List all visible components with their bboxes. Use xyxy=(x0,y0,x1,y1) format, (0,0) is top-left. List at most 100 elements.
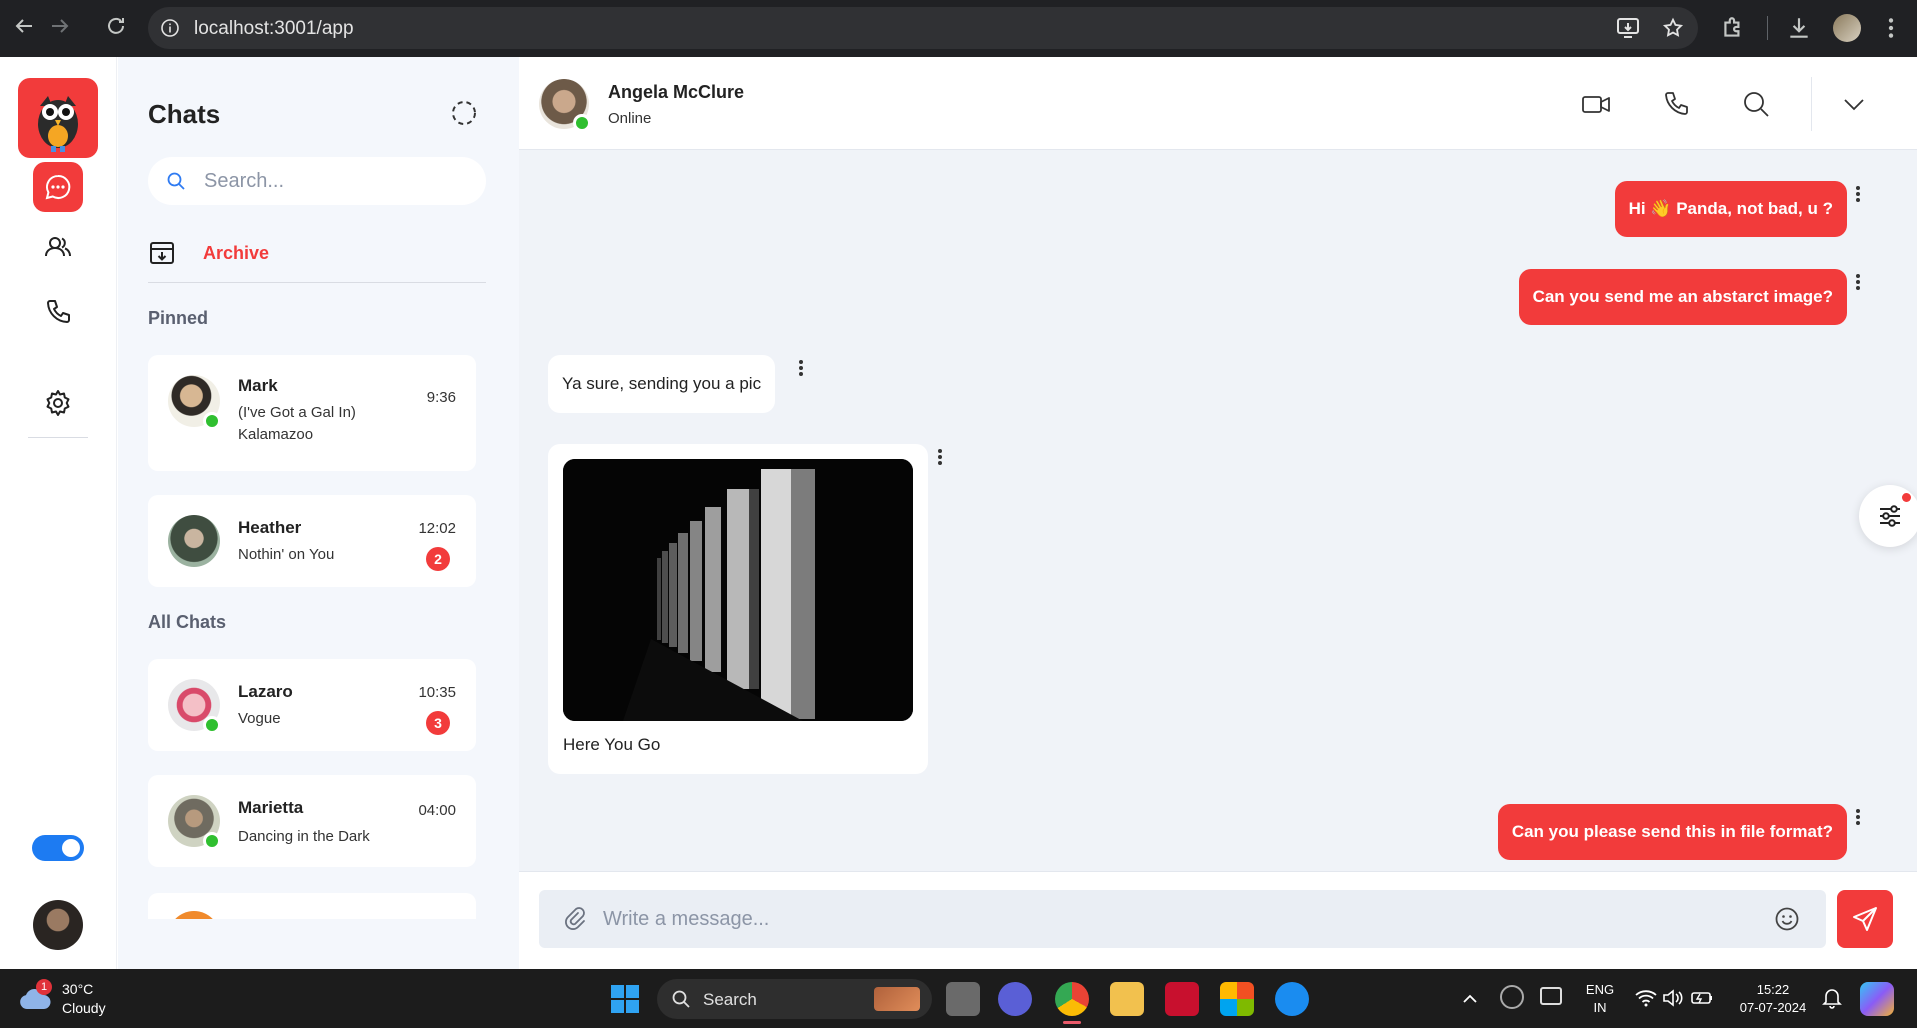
chat-name: Heather xyxy=(238,518,302,537)
download-icon[interactable] xyxy=(1786,15,1812,41)
online-dot xyxy=(203,832,221,850)
conversation-panel: Angela McClure Online Hi 👋 Panda, not ba… xyxy=(519,57,1917,969)
current-user-avatar[interactable] xyxy=(33,900,83,950)
video-camera-icon[interactable] xyxy=(1581,89,1611,119)
archive-box-icon xyxy=(150,242,174,264)
filter-button[interactable] xyxy=(1859,485,1917,547)
chat-item-marietta[interactable]: Marietta Dancing in the Dark 04:00 xyxy=(148,775,476,867)
reload-icon[interactable] xyxy=(104,14,132,42)
copilot-icon[interactable] xyxy=(1860,982,1894,1016)
message-menu-icon[interactable] xyxy=(798,359,804,379)
send-button[interactable] xyxy=(1837,890,1893,948)
extensions-puzzle-icon[interactable] xyxy=(1720,15,1746,41)
rail-settings-button[interactable] xyxy=(33,378,83,428)
taskbar-search-label: Search xyxy=(703,990,757,1009)
browser-toolbar: localhost:3001/app xyxy=(0,0,1917,57)
chat-item-heather[interactable]: Heather Nothin' on You 12:02 2 xyxy=(148,495,476,587)
search-icon[interactable] xyxy=(1741,89,1771,119)
chat-name: Lazaro xyxy=(238,682,293,701)
chevron-down-icon[interactable] xyxy=(1839,89,1869,119)
weather-widget[interactable]: 1 30°C Cloudy xyxy=(18,979,128,1019)
toolbar-separator xyxy=(1767,16,1768,40)
unread-badge: 2 xyxy=(426,547,450,571)
notification-bell-icon[interactable] xyxy=(1822,987,1842,1009)
phone-icon[interactable] xyxy=(1661,89,1691,119)
online-dot xyxy=(573,114,591,132)
rail-chats-button[interactable] xyxy=(33,162,83,212)
help-icon[interactable] xyxy=(1275,982,1309,1016)
forward-arrow-icon[interactable] xyxy=(48,14,76,42)
theme-toggle[interactable] xyxy=(32,835,84,861)
url-text: localhost:3001/app xyxy=(194,18,354,39)
gear-icon xyxy=(46,390,70,416)
chat-time: 12:02 xyxy=(418,520,456,537)
message-menu-icon[interactable] xyxy=(1855,273,1861,293)
mcafee-icon[interactable] xyxy=(1165,982,1199,1016)
outgoing-message: Can you send me an abstarct image? xyxy=(1518,269,1847,325)
install-app-icon[interactable] xyxy=(1616,17,1640,39)
chats-divider xyxy=(148,282,486,283)
chats-panel: Chats Archive Pinned Mark (I've Got a Ga… xyxy=(118,57,519,969)
archive-label: Archive xyxy=(203,243,270,263)
chevron-up-icon[interactable] xyxy=(1462,991,1478,1005)
rail-calls-button[interactable] xyxy=(33,287,83,337)
chrome-icon[interactable] xyxy=(1055,982,1089,1016)
search-input[interactable] xyxy=(204,167,464,195)
language-indicator[interactable]: ENG IN xyxy=(1580,981,1620,1017)
address-bar[interactable]: localhost:3001/app xyxy=(148,7,1698,49)
shared-abstract-image[interactable] xyxy=(563,459,913,721)
clock[interactable]: 15:22 07-07-2024 xyxy=(1728,981,1818,1017)
chat-preview: Nothin' on You xyxy=(238,546,335,563)
search-icon xyxy=(672,990,690,1008)
rail-divider xyxy=(28,437,88,438)
smiley-icon[interactable] xyxy=(1774,906,1800,932)
site-info-icon[interactable] xyxy=(160,18,180,38)
paperclip-icon[interactable] xyxy=(563,906,589,932)
task-view-icon[interactable] xyxy=(946,982,980,1016)
browser-menu-icon[interactable] xyxy=(1878,15,1904,41)
users-icon xyxy=(45,237,71,257)
rail-groups-button[interactable] xyxy=(33,222,83,272)
language-line1: ENG xyxy=(1585,982,1615,997)
outgoing-message: Hi 👋 Panda, not bad, u ? xyxy=(1614,181,1847,237)
windows-start-icon[interactable] xyxy=(608,982,642,1016)
search-highlight-image xyxy=(874,987,920,1011)
file-explorer-icon[interactable] xyxy=(1110,982,1144,1016)
message-menu-icon[interactable] xyxy=(937,448,943,468)
chat-time: 9:36 xyxy=(426,389,456,406)
chat-app: Chats Archive Pinned Mark (I've Got a Ga… xyxy=(0,57,1917,969)
windows-taskbar: 1 30°C Cloudy Search ENG IN 15:22 07-07-… xyxy=(0,969,1917,1028)
message-menu-icon[interactable] xyxy=(1855,808,1861,828)
onedrive-icon[interactable] xyxy=(1500,985,1524,1009)
outgoing-message: Can you please send this in file format? xyxy=(1497,804,1847,860)
unread-badge: 3 xyxy=(426,711,450,735)
taskbar-search[interactable]: Search xyxy=(657,979,932,1019)
profile-avatar[interactable] xyxy=(1833,14,1861,42)
volume-icon[interactable] xyxy=(1662,989,1684,1007)
wifi-icon[interactable] xyxy=(1635,989,1657,1007)
circle-dashed-icon[interactable] xyxy=(450,99,478,127)
chat-name: Mark xyxy=(238,376,278,395)
chat-item-partial[interactable] xyxy=(148,893,476,919)
message-menu-icon[interactable] xyxy=(1855,185,1861,205)
send-plane-icon xyxy=(1853,907,1877,931)
bookmark-star-icon[interactable] xyxy=(1662,17,1684,39)
search-icon xyxy=(167,172,185,190)
owl-logo-icon xyxy=(18,78,98,158)
microsoft-store-icon[interactable] xyxy=(1220,982,1254,1016)
weather-desc: Cloudy xyxy=(62,1000,106,1016)
avatar xyxy=(168,515,220,567)
battery-icon[interactable] xyxy=(1690,989,1714,1007)
nav-rail xyxy=(0,57,117,969)
incoming-message: Ya sure, sending you a pic xyxy=(548,355,776,413)
online-dot xyxy=(203,716,221,734)
chat-item-lazaro[interactable]: Lazaro Vogue 10:35 3 xyxy=(148,659,476,751)
teams-meet-icon[interactable] xyxy=(998,982,1032,1016)
chat-item-mark[interactable]: Mark (I've Got a Gal In) Kalamazoo 9:36 xyxy=(148,355,476,471)
back-arrow-icon[interactable] xyxy=(12,14,40,42)
clock-date: 07-07-2024 xyxy=(1739,1000,1807,1015)
chat-search xyxy=(148,157,486,205)
message-input[interactable] xyxy=(603,904,1703,934)
keyboard-icon[interactable] xyxy=(1540,987,1562,1005)
archive-link[interactable]: Archive xyxy=(148,237,486,271)
